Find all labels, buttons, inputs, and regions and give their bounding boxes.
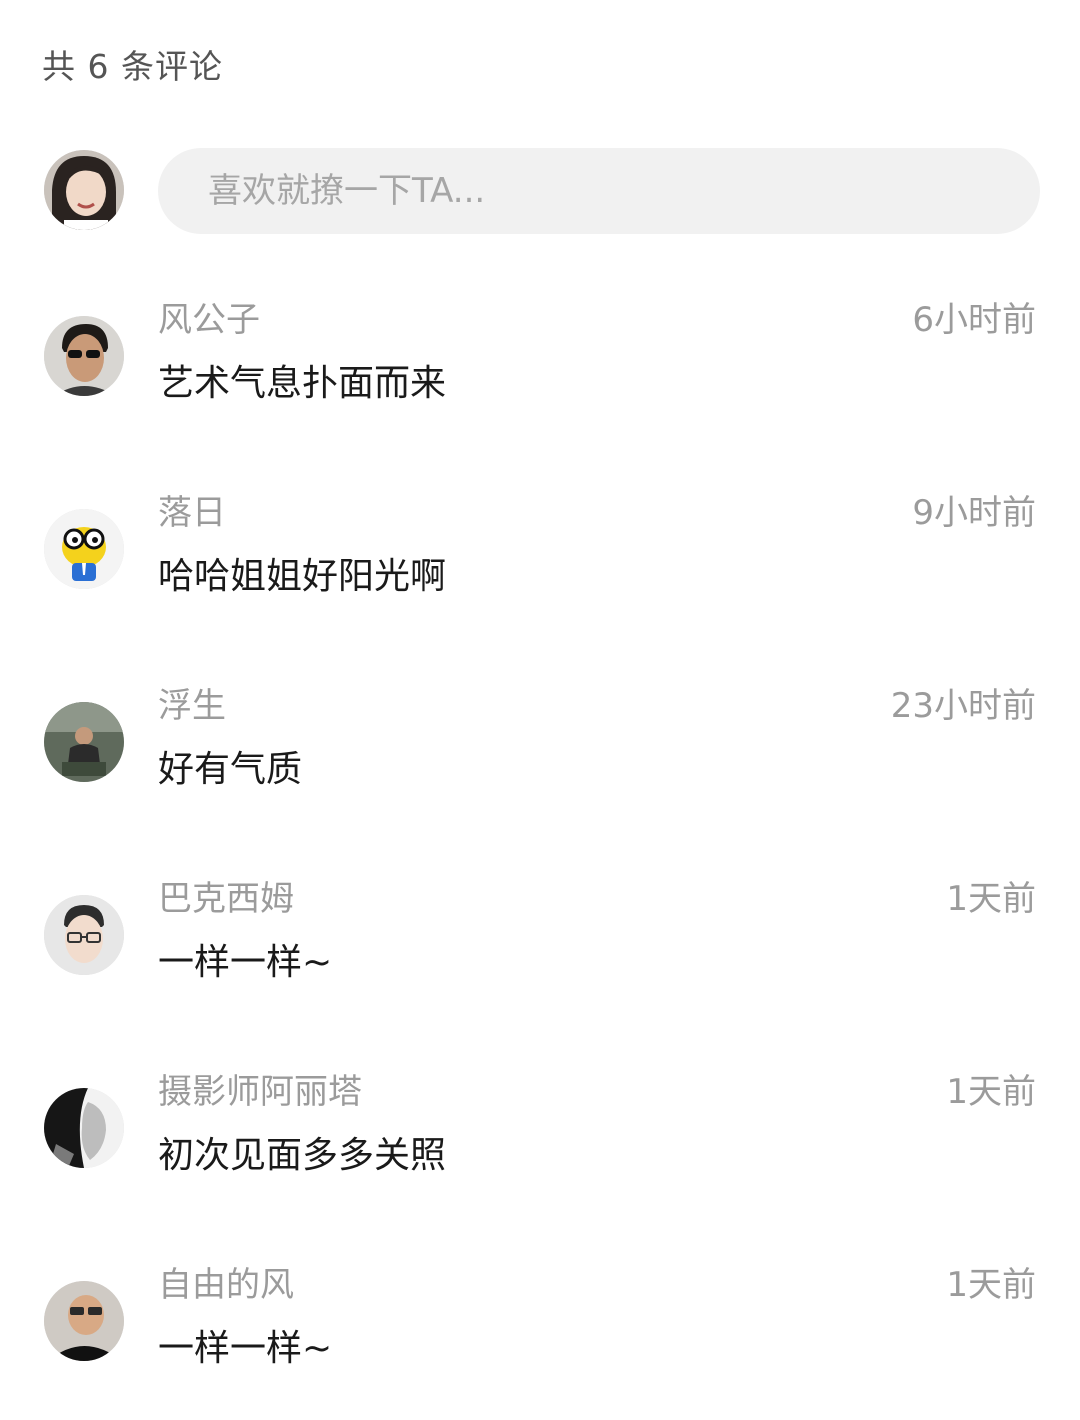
commenter-name[interactable]: 浮生 [158,686,226,726]
commenter-avatar[interactable] [44,1088,124,1168]
comment-item: 风公子 6小时前 艺术气息扑面而来 [44,300,1040,450]
comment-time: 1天前 [946,879,1036,919]
comment-item: 浮生 23小时前 好有气质 [44,686,1040,836]
commenter-name[interactable]: 落日 [158,493,226,533]
comment-text: 一样一样~ [158,942,333,983]
comment-item: 巴克西姆 1天前 一样一样~ [44,879,1040,1029]
comment-time: 6小时前 [912,300,1036,340]
comment-text: 好有气质 [158,749,303,790]
commenter-name[interactable]: 风公子 [158,300,260,340]
comments-panel: 共 6 条评论 风公子 6小时前 [0,0,1080,1420]
commenter-avatar[interactable] [44,316,124,396]
commenter-avatar[interactable] [44,702,124,782]
comment-count: 共 6 条评论 [42,47,223,86]
comment-text: 初次见面多多关照 [158,1135,447,1176]
comment-text: 艺术气息扑面而来 [158,363,447,404]
commenter-avatar[interactable] [44,509,124,589]
comment-time: 1天前 [946,1265,1036,1305]
comment-input[interactable] [158,148,1040,234]
comment-time: 23小时前 [890,686,1036,726]
commenter-avatar[interactable] [44,895,124,975]
comment-text: 一样一样~ [158,1328,333,1369]
commenter-name[interactable]: 巴克西姆 [158,879,294,919]
comment-item: 落日 9小时前 哈哈姐姐好阳光啊 [44,493,1040,643]
comment-item: 摄影师阿丽塔 1天前 初次见面多多关照 [44,1072,1040,1222]
comment-time: 1天前 [946,1072,1036,1112]
comment-composer [44,148,1040,234]
commenter-avatar[interactable] [44,1281,124,1361]
comment-item: 自由的风 1天前 一样一样~ [44,1265,1040,1415]
commenter-name[interactable]: 摄影师阿丽塔 [158,1072,362,1112]
current-user-avatar[interactable] [44,150,124,230]
commenter-name[interactable]: 自由的风 [158,1265,294,1305]
comment-time: 9小时前 [912,493,1036,533]
comment-text: 哈哈姐姐好阳光啊 [158,556,447,597]
